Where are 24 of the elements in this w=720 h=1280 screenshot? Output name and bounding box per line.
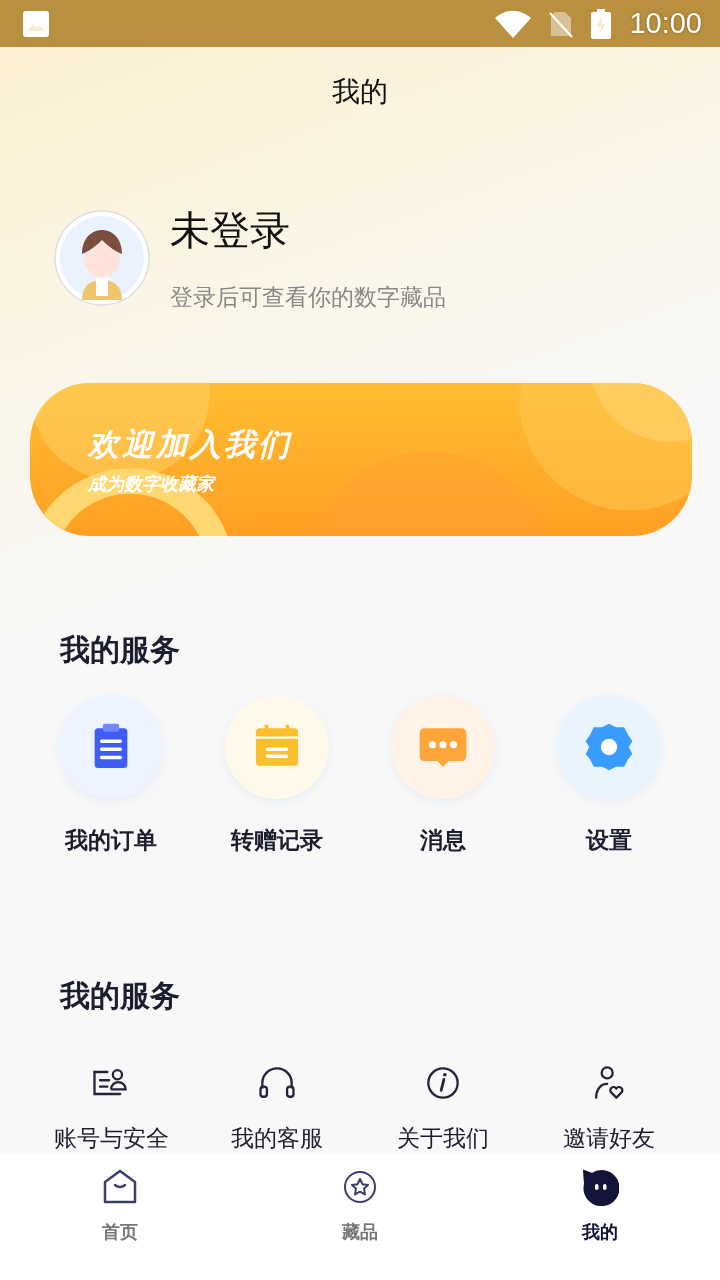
service-button[interactable]: 消息 [360,695,526,856]
tab[interactable]: 藏品 [240,1154,480,1280]
tab[interactable]: 首页 [0,1154,240,1280]
avatar[interactable] [54,210,150,307]
login-hint: 登录后可查看你的数字藏品 [170,283,446,313]
banner-subtitle: 成为数字收藏家 [88,471,217,496]
service-button[interactable]: 邀请好友 [526,1061,692,1154]
section-title: 我的服务 [58,631,181,669]
image-icon [22,9,50,38]
banner-title: 欢迎加入我们 [88,424,293,464]
service-button[interactable]: 我的订单 [28,695,194,856]
no-sim-icon [549,9,574,38]
service-button[interactable]: 关于我们 [360,1061,526,1154]
login-status[interactable]: 未登录 [170,203,446,259]
page-title: 我的 [331,74,389,111]
clock-time: 10:00 [629,7,702,41]
tab[interactable]: 我的 [480,1154,720,1280]
wifi-icon [495,9,532,38]
service-button[interactable]: 转赠记录 [194,695,360,856]
section-title: 我的服务 [58,977,181,1015]
battery-charging-icon [591,8,612,39]
service-button[interactable]: 设置 [526,695,692,856]
service-button[interactable]: 账号与安全 [28,1061,194,1154]
service-button[interactable]: 我的客服 [194,1061,360,1154]
